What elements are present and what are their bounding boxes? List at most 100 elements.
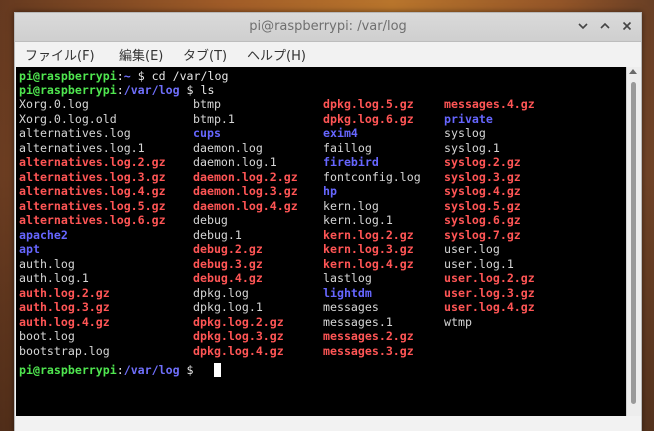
prompt-user: pi@raspberrypi <box>19 83 117 97</box>
ls-entry: syslog.5.gz <box>444 198 521 213</box>
minimize-button[interactable] <box>575 18 591 34</box>
ls-entry: kern.log.1 <box>323 213 393 227</box>
window-bottom-edge <box>15 416 641 431</box>
ls-entry: syslog.4.gz <box>444 184 521 198</box>
ls-entry: boot.log <box>19 329 75 343</box>
ls-entry: Xorg.0.log <box>19 97 89 111</box>
ls-entry: alternatives.log.2.gz <box>19 155 166 169</box>
ls-entry: syslog.2.gz <box>444 155 521 169</box>
close-button[interactable] <box>619 18 635 34</box>
ls-entry: debug.1 <box>193 227 242 242</box>
chevron-up-icon <box>600 22 610 29</box>
ls-entry: dpkg.log.2.gz <box>193 314 284 329</box>
ls-entry: dpkg.log <box>193 285 249 300</box>
ls-entry: syslog.3.gz <box>444 169 521 184</box>
prompt-line-1: pi@raspberrypi:~ $ cd /var/log <box>19 69 229 83</box>
ls-entry: debug.2.gz <box>193 242 263 256</box>
ls-entry: user.log.2.gz <box>444 271 535 285</box>
ls-entry: alternatives.log.6.gz <box>19 213 166 227</box>
ls-entry: firebird <box>323 155 379 169</box>
ls-entry: alternatives.log <box>19 126 131 140</box>
menu-bar: ファイル(F) 編集(E) タブ(T) ヘルプ(H) <box>15 42 641 66</box>
prompt-user: pi@raspberrypi <box>19 69 117 83</box>
ls-entry: user.log.3.gz <box>444 285 535 300</box>
ls-entry: btmp <box>193 97 221 111</box>
ls-entry: user.log <box>444 242 500 256</box>
scroll-up-arrow-icon[interactable] <box>629 69 637 74</box>
prompt-path: /var/log <box>123 363 180 377</box>
prompt-symbol: $ <box>186 363 194 377</box>
prompt-path: ~ <box>123 69 131 83</box>
ls-entry: syslog <box>444 126 486 140</box>
ls-entry: user.log.4.gz <box>444 300 535 314</box>
terminal-window: pi@raspberrypi: /var/log ファイル(F) 編集(E) タ… <box>14 12 642 431</box>
ls-entry: syslog.1 <box>444 140 500 155</box>
ls-entry: daemon.log.3.gz <box>193 184 298 198</box>
ls-entry: alternatives.log.5.gz <box>19 198 166 213</box>
ls-entry: btmp.1 <box>193 111 235 126</box>
menu-tabs[interactable]: タブ(T) <box>183 45 227 64</box>
ls-entry: daemon.log.4.gz <box>193 198 298 213</box>
ls-entry: dpkg.log.1 <box>193 300 263 314</box>
vertical-scrollbar[interactable] <box>626 67 641 416</box>
ls-entry: messages.2.gz <box>323 329 414 343</box>
ls-entry: debug <box>193 213 228 227</box>
title-bar[interactable]: pi@raspberrypi: /var/log <box>15 13 641 42</box>
ls-entry: lastlog <box>323 271 372 285</box>
ls-entry: bootstrap.log <box>19 343 110 358</box>
command-text: cd /var/log <box>144 69 229 83</box>
ls-entry: dpkg.log.5.gz <box>323 97 414 111</box>
prompt-symbol: $ <box>137 69 145 83</box>
ls-entry: debug.3.gz <box>193 256 263 271</box>
ls-entry: alternatives.log.3.gz <box>19 169 166 184</box>
menu-file[interactable]: ファイル(F) <box>25 45 95 64</box>
ls-entry: dpkg.log.6.gz <box>323 111 414 126</box>
ls-entry: Xorg.0.log.old <box>19 111 117 126</box>
window-title: pi@raspberrypi: /var/log <box>249 19 407 34</box>
maximize-button[interactable] <box>597 18 613 34</box>
terminal-output[interactable]: pi@raspberrypi:~ $ cd /var/log pi@raspbe… <box>16 67 626 416</box>
ls-entry: dpkg.log.4.gz <box>193 343 284 358</box>
ls-entry: fontconfig.log <box>323 169 421 184</box>
ls-entry: messages.3.gz <box>323 343 414 358</box>
menu-help[interactable]: ヘルプ(H) <box>247 45 306 64</box>
ls-entry: hp <box>323 184 337 198</box>
ls-entry: apache2 <box>19 227 68 242</box>
ls-entry: alternatives.log.4.gz <box>19 184 166 198</box>
scrollbar-thumb[interactable] <box>631 82 636 404</box>
prompt-symbol: $ <box>186 83 194 97</box>
ls-entry: kern.log.3.gz <box>323 242 414 256</box>
ls-entry: auth.log <box>19 256 75 271</box>
ls-entry: messages <box>323 300 379 314</box>
ls-entry: lightdm <box>323 285 372 300</box>
ls-entry: exim4 <box>323 126 358 140</box>
ls-entry: kern.log.2.gz <box>323 227 414 242</box>
ls-entry: messages.4.gz <box>444 97 535 111</box>
ls-entry: dpkg.log.3.gz <box>193 329 284 343</box>
text-cursor <box>214 363 221 377</box>
ls-entry: alternatives.log.1 <box>19 140 145 155</box>
ls-entry: messages.1 <box>323 314 393 329</box>
close-icon <box>622 21 632 31</box>
ls-entry: private <box>444 111 493 126</box>
ls-entry: auth.log.1 <box>19 271 89 285</box>
ls-entry: syslog.7.gz <box>444 227 521 242</box>
prompt-line-2: pi@raspberrypi:/var/log $ ls <box>19 83 215 97</box>
prompt-line-3: pi@raspberrypi:/var/log $ <box>19 363 194 377</box>
ls-entry: wtmp <box>444 314 472 329</box>
ls-entry: user.log.1 <box>444 256 514 271</box>
prompt-path: /var/log <box>123 83 180 97</box>
ls-entry: kern.log.4.gz <box>323 256 414 271</box>
ls-entry: debug.4.gz <box>193 271 263 285</box>
ls-entry: kern.log <box>323 198 379 213</box>
chevron-down-icon <box>578 23 588 30</box>
ls-entry: auth.log.4.gz <box>19 314 110 329</box>
menu-edit[interactable]: 編集(E) <box>119 45 163 64</box>
ls-entry: daemon.log.2.gz <box>193 169 298 184</box>
ls-entry: daemon.log.1 <box>193 155 277 169</box>
ls-entry: auth.log.3.gz <box>19 300 110 314</box>
ls-entry: apt <box>19 242 40 256</box>
ls-entry: cups <box>193 126 221 140</box>
ls-entry: daemon.log <box>193 140 263 155</box>
ls-entry: syslog.6.gz <box>444 213 521 227</box>
